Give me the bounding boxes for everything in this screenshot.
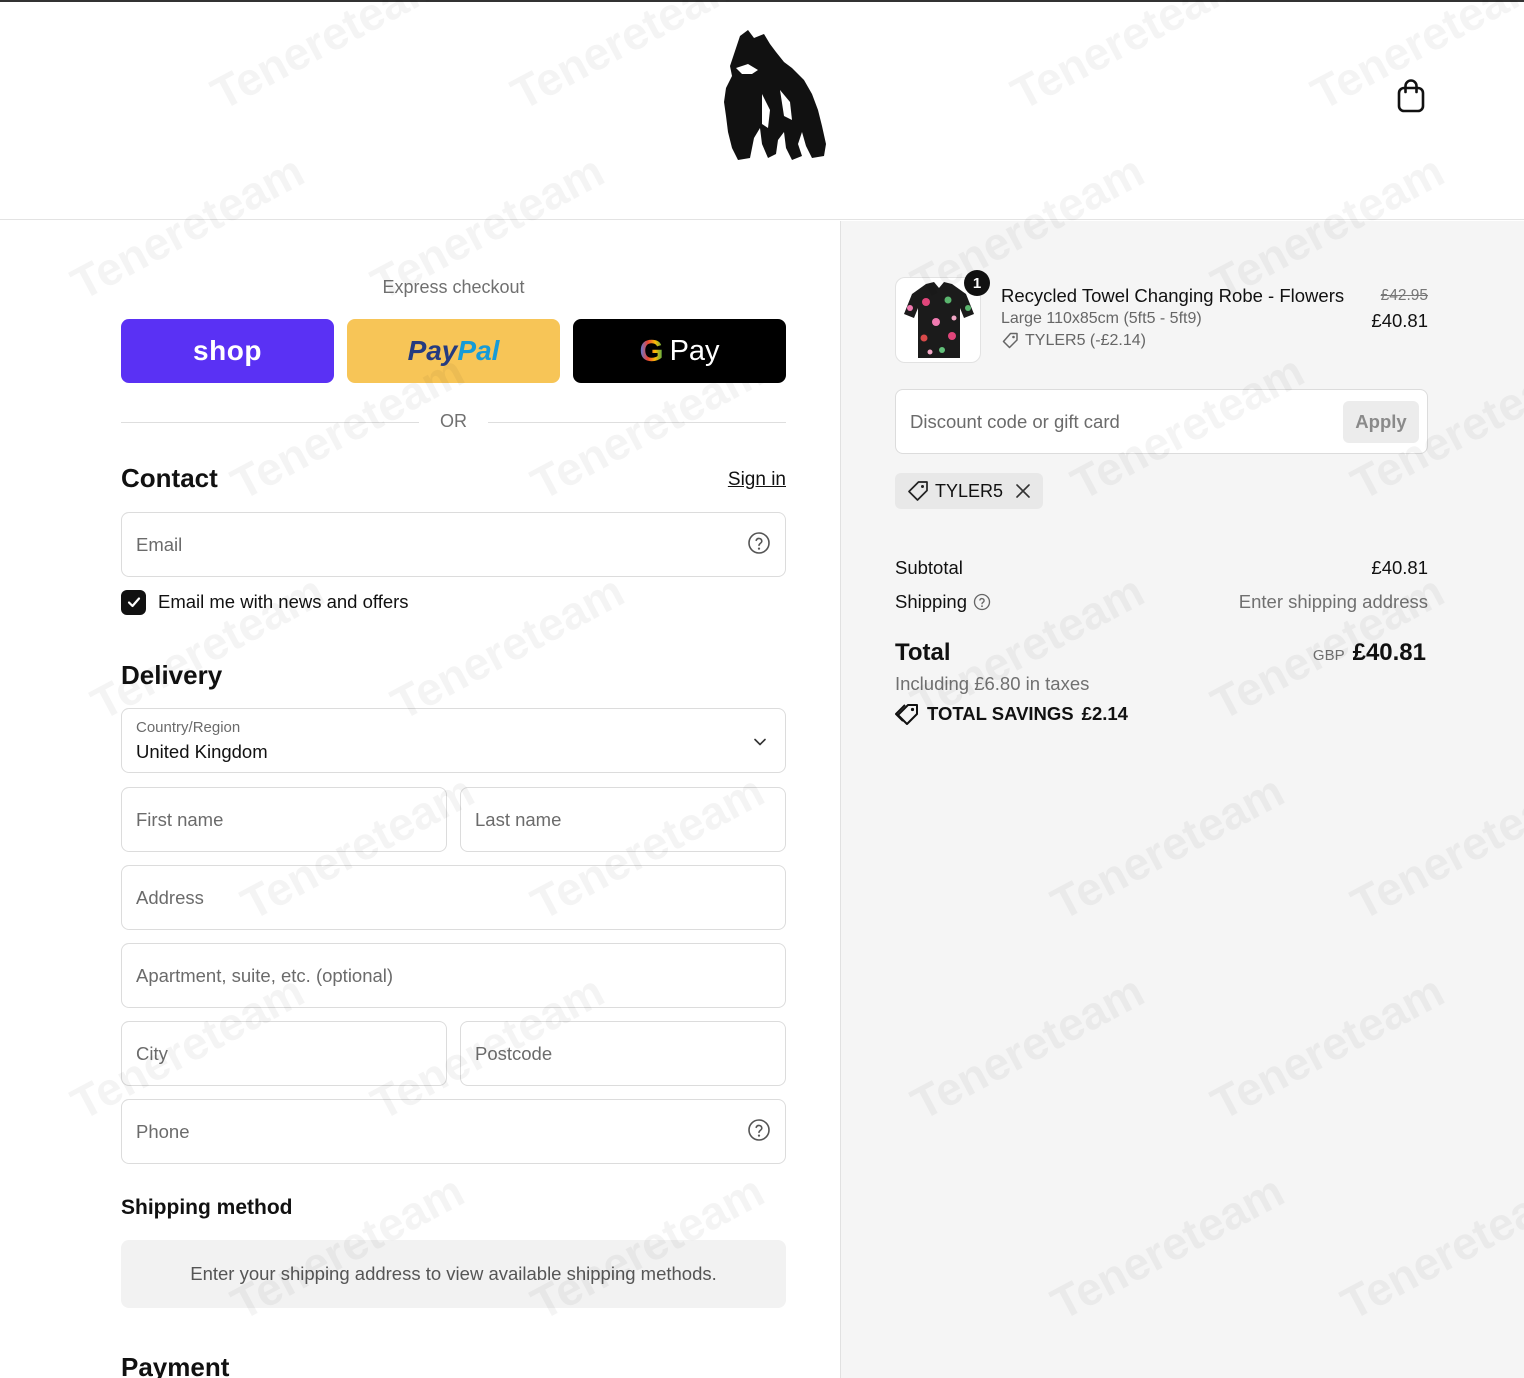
phone-placeholder: Phone (136, 1121, 190, 1142)
subtotal-label: Subtotal (895, 557, 963, 578)
apartment-placeholder: Apartment, suite, etc. (optional) (136, 965, 394, 986)
currency-code: GBP (1312, 647, 1345, 664)
total-label: Total (895, 639, 951, 666)
checkout-form: Express checkout shop Pay Pal G Pay OR Co… (0, 221, 840, 1378)
total-savings: TOTAL SAVINGS £2.14 (895, 703, 1128, 725)
tag-icon (1002, 332, 1018, 349)
country-select[interactable]: Country/Region United Kingdom (121, 708, 786, 773)
google-pay-button[interactable]: G Pay (573, 319, 786, 383)
google-pay-label: Pay (669, 334, 720, 367)
address-placeholder: Address (136, 887, 204, 908)
product-original-price: £42.95 (1380, 287, 1428, 304)
city-placeholder: City (136, 1043, 168, 1064)
email-field[interactable]: Email (121, 512, 786, 577)
applied-code: TYLER5 (935, 480, 1004, 501)
last-name-placeholder: Last name (475, 809, 562, 830)
subtotal-value: £40.81 (1371, 557, 1428, 578)
tag-icon (908, 481, 928, 501)
product-discount-text: TYLER5 (-£2.14) (1025, 332, 1146, 349)
first-name-placeholder: First name (136, 809, 224, 830)
help-circle-icon[interactable] (747, 1118, 771, 1142)
site-header (0, 2, 1524, 220)
apartment-field[interactable]: Apartment, suite, etc. (optional) (121, 943, 786, 1008)
help-circle-icon[interactable] (973, 593, 991, 611)
product-variant: Large 110x85cm (5ft5 - 5ft9) (1001, 310, 1202, 327)
savings-value: £2.14 (1081, 703, 1128, 724)
shipping-method-heading: Shipping method (121, 1196, 293, 1219)
first-name-field[interactable]: First name (121, 787, 447, 852)
remove-discount-button[interactable] (1015, 483, 1031, 499)
paypal-button[interactable]: Pay Pal (347, 319, 560, 383)
contact-heading: Contact (121, 463, 218, 493)
product-name: Recycled Towel Changing Robe - Flowers (1001, 285, 1345, 306)
product-thumbnail: 1 (895, 270, 990, 363)
savings-tag-icon (895, 704, 918, 725)
shipping-value: Enter shipping address (1238, 591, 1428, 612)
savings-label: TOTAL SAVINGS (927, 703, 1074, 724)
google-g-icon: G (639, 333, 664, 368)
payment-heading: Payment (121, 1352, 230, 1378)
chevron-down-icon (754, 738, 766, 746)
order-summary: 1 Recycled Towel Changing Robe - Flowers… (840, 221, 1524, 1378)
last-name-field[interactable]: Last name (460, 787, 786, 852)
shopping-bag-icon (1397, 79, 1425, 113)
taxes-note: Including £6.80 in taxes (895, 673, 1090, 694)
newsletter-checkbox[interactable] (121, 589, 146, 615)
applied-discount-chip: TYLER5 (895, 473, 1044, 509)
country-label: Country/Region (136, 719, 241, 736)
total-value: £40.81 (1352, 639, 1426, 666)
postcode-field[interactable]: Postcode (460, 1021, 786, 1086)
email-placeholder: Email (136, 534, 183, 555)
shipping-row-label: Shipping (895, 591, 991, 613)
newsletter-option[interactable]: Email me with news and offers (121, 589, 409, 615)
express-checkout-title: Express checkout (382, 277, 525, 297)
shipping-method-message: Enter your shipping address to view avai… (121, 1240, 786, 1308)
or-divider: OR (121, 411, 786, 433)
paypal-label-part2: Pal (457, 335, 500, 366)
sign-in-link[interactable]: Sign in (728, 469, 786, 491)
product-price: £40.81 (1371, 310, 1428, 331)
quantity-badge: 1 (964, 270, 990, 296)
divider-line-right (488, 422, 786, 423)
country-value: United Kingdom (136, 741, 268, 762)
discount-placeholder: Discount code or gift card (910, 411, 1120, 432)
city-field[interactable]: City (121, 1021, 447, 1086)
total-amount: GBP £40.81 (1313, 639, 1426, 667)
close-icon (1016, 484, 1030, 498)
gorilla-logo-icon[interactable] (718, 28, 830, 164)
newsletter-label: Email me with news and offers (158, 591, 409, 612)
shop-pay-label: shop (193, 335, 262, 366)
phone-field[interactable]: Phone (121, 1099, 786, 1164)
shipping-label: Shipping (895, 591, 968, 612)
cart-button[interactable] (1394, 78, 1428, 114)
checkmark-icon (127, 597, 140, 608)
shop-pay-button[interactable]: shop (121, 319, 334, 383)
discount-code-field[interactable]: Discount code or gift card Apply (895, 389, 1428, 454)
postcode-placeholder: Postcode (475, 1043, 553, 1064)
paypal-label-part1: Pay (407, 335, 458, 366)
address-field[interactable]: Address (121, 865, 786, 930)
apply-button[interactable]: Apply (1343, 401, 1419, 443)
help-circle-icon[interactable] (747, 531, 771, 555)
product-discount: TYLER5 (-£2.14) (1001, 332, 1146, 350)
delivery-heading: Delivery (121, 660, 223, 690)
